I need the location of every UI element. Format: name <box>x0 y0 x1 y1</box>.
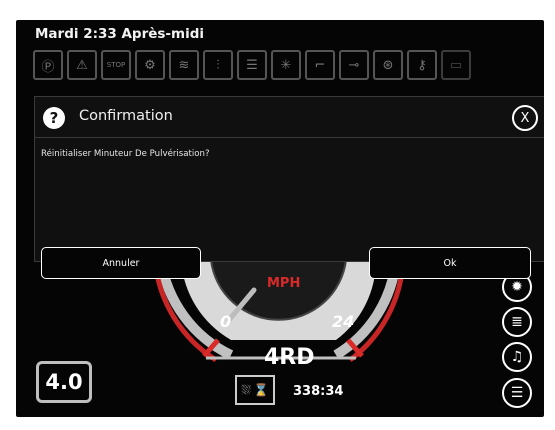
spray-timer-value: 338:34 <box>293 384 344 399</box>
gauge-unit: MPH <box>267 276 301 291</box>
hourglass-icon: ⌛ <box>253 383 269 397</box>
display-screen: Mardi 2:33 Après-midi Ⓟ ⚠ STOP ⚙ ≋ ⫶ ☰ ✳… <box>16 20 544 417</box>
cancel-button[interactable]: Annuler <box>41 247 201 279</box>
close-button[interactable]: X <box>512 105 538 131</box>
confirmation-dialog: ? Confirmation X Réinitialiser Minuteur … <box>34 96 544 279</box>
dialog-header: ? Confirmation X <box>35 97 544 138</box>
menu-icon: ☰ <box>510 385 524 401</box>
ok-button[interactable]: Ok <box>369 247 531 279</box>
gauge-tick-max: 24 <box>332 312 355 331</box>
gear-indicator: 4RD <box>264 345 315 370</box>
menu-button[interactable]: ☰ <box>502 378 532 408</box>
dialog-message: Réinitialiser Minuteur De Pulvérisation? <box>41 149 210 159</box>
gauge-tick-min: 0 <box>220 312 232 331</box>
music-note-icon: ♫ <box>510 349 524 365</box>
spray-timer-icon[interactable]: ⛆ ⌛ <box>235 375 275 405</box>
question-icon: ? <box>43 107 65 129</box>
sprayer-icon: ⛆ <box>241 382 251 397</box>
headlight-icon: ≣ <box>511 314 523 330</box>
sun-icon: ✹ <box>511 279 523 295</box>
headlight-button[interactable]: ≣ <box>502 307 532 337</box>
dialog-title: Confirmation <box>79 108 173 124</box>
speed-setting-button[interactable]: 4.0 <box>36 361 92 403</box>
media-button[interactable]: ♫ <box>502 342 532 372</box>
